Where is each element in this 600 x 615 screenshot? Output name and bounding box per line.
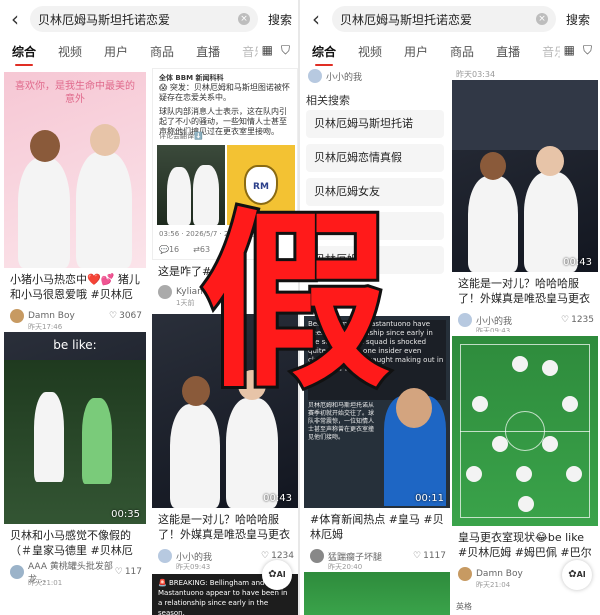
ai-assistant-button[interactable]: ✿AI (562, 560, 592, 590)
search-input[interactable]: 贝林厄姆马斯坦托诺恋爱 × (332, 6, 556, 32)
tab-users[interactable]: 用户 (404, 43, 428, 60)
clear-icon[interactable]: × (536, 13, 548, 25)
result-card[interactable]: 皇马更衣室现状😂be like #贝林厄姆 #姆巴佩 #巴尔韦德 #... Da… (452, 336, 598, 588)
card-date: 昨天17:46 (28, 323, 63, 330)
tab-video[interactable]: 视频 (58, 43, 82, 60)
video-duration: 00:11 (415, 493, 444, 504)
video-duration: 00:43 (263, 493, 292, 504)
tab-live[interactable]: 直播 (496, 43, 520, 60)
player-head (536, 146, 564, 176)
player-figure (18, 158, 70, 268)
back-icon[interactable]: ‹ (6, 7, 24, 31)
filter-icon[interactable]: ⛉ (281, 43, 290, 58)
card-title: 小猪小马热恋中❤️💕 猪儿和小马很恩爱哦 #贝林厄姆 #马斯... (10, 273, 140, 301)
ai-assistant-button[interactable]: ✿AI (262, 560, 292, 590)
filter-icon[interactable]: ⛉ (583, 43, 592, 58)
card-meta: 小小的我 (308, 68, 448, 84)
tab-bar: 综合 视频 用户 商品 直播 音乐 ▦ ⛉ (300, 38, 600, 66)
result-card[interactable]: be like: 00:35 贝林和小马感觉不像假的（＃皇家马德里 #贝林厄姆 … (4, 332, 146, 586)
player-figure (76, 152, 132, 268)
video-duration: 00:43 (563, 257, 592, 268)
tweet-header: 全体 BBM 新闻科科 (159, 74, 224, 82)
player-figure (468, 176, 518, 272)
cover-text: be like: (53, 338, 97, 352)
player-head (30, 130, 60, 162)
card-title: 这能是一对儿？哈哈哈服了！外媒真是唯恐皇马更衣室不够乱... (158, 513, 290, 541)
ai-icon: ✿ (268, 569, 277, 580)
back-icon[interactable]: ‹ (306, 7, 326, 31)
search-input[interactable]: 贝林厄姆马斯坦托诺恋爱 × (29, 6, 258, 32)
reply-icon[interactable]: 💬16 (159, 245, 179, 254)
tab-goods[interactable]: 商品 (150, 43, 174, 60)
fake-stamp-overlay: 假 (197, 192, 393, 413)
tab-bar: 综合 视频 用户 商品 直播 音乐 ▦ ⛉ (0, 38, 298, 66)
grid-icon[interactable]: ▦ (262, 43, 273, 58)
related-search-item[interactable]: 贝林厄姆恋情真假 (306, 144, 444, 172)
cover-image: 喜欢你，是我生命中最美的意外 (4, 72, 146, 268)
player-head (480, 152, 506, 180)
search-bar: ‹ 贝林厄姆马斯坦托诺恋爱 × 搜索 (0, 0, 298, 38)
card-title: #体育新闻热点 #皇马 #贝林厄姆 (310, 513, 444, 541)
avatar (308, 69, 322, 83)
cover-image: be like: 00:35 (4, 332, 146, 524)
result-card[interactable] (304, 572, 450, 615)
formation-image (452, 336, 598, 526)
tab-all[interactable]: 综合 (12, 43, 36, 66)
tweet-text: 😱 突发：贝林厄姆和马斯坦图诺被怀疑存在恋爱关系中。 (159, 83, 290, 102)
player-head (90, 124, 120, 156)
card-footer: 英格 (456, 601, 472, 611)
search-query: 贝林厄姆马斯坦托诺恋爱 (340, 12, 473, 27)
presenter-head (396, 388, 432, 428)
search-bar: ‹ 贝林厄姆马斯坦托诺恋爱 × 搜索 (300, 0, 600, 38)
player-figure (170, 404, 220, 508)
player-figure (82, 398, 112, 484)
avatar (458, 567, 472, 581)
avatar (158, 285, 172, 299)
card-date: 昨天21:01 (28, 579, 63, 586)
avatar (158, 549, 172, 563)
cover-text: 喜欢你，是我生命中最美的意外 (15, 81, 135, 105)
video-duration: 00:35 (111, 509, 140, 520)
search-button[interactable]: 搜索 (566, 11, 590, 28)
avatar (458, 313, 472, 327)
tab-video[interactable]: 视频 (358, 43, 382, 60)
card-title: 贝林和小马感觉不像假的（＃皇家马德里 #贝林厄姆 #马斯惜... (10, 529, 133, 557)
tab-goods[interactable]: 商品 (450, 43, 474, 60)
cover-image: 00:43 (452, 80, 598, 272)
grid-icon[interactable]: ▦ (564, 43, 575, 58)
card-title: 皇马更衣室现状😂be like #贝林厄姆 #姆巴佩 #巴尔韦德 #... (458, 531, 592, 559)
player-figure (34, 392, 64, 482)
avatar (10, 565, 24, 579)
tweet-text: 评论会翻译⬇️ (159, 132, 203, 140)
related-search-item[interactable]: 贝林厄姆马斯坦托诺 (306, 110, 444, 138)
result-card[interactable]: 喜欢你，是我生命中最美的意外 小猪小马热恋中❤️💕 猪儿和小马很恩爱哦 #贝林厄… (4, 72, 146, 330)
search-button[interactable]: 搜索 (268, 11, 292, 28)
ai-icon: ✿ (568, 569, 577, 580)
player-figure (226, 398, 278, 508)
clear-icon[interactable]: × (237, 13, 250, 25)
card-date: 昨天09:43 (476, 327, 511, 332)
search-query: 贝林厄姆马斯坦托诺恋爱 (37, 12, 170, 27)
avatar (310, 549, 324, 563)
tab-live[interactable]: 直播 (196, 43, 220, 60)
result-card[interactable]: 00:43 这能是一对儿？哈哈哈服了！外媒真是唯恐皇马更衣室不够乱... 小小的… (452, 80, 598, 332)
tab-users[interactable]: 用户 (104, 43, 128, 60)
related-searches-title: 相关搜索 (306, 94, 350, 107)
card-title: 这能是一对儿？哈哈哈服了！外媒真是唯恐皇马更衣室不够乱... (458, 277, 590, 305)
card-date: 昨天20:40 (328, 563, 363, 570)
tab-all[interactable]: 综合 (312, 43, 336, 66)
avatar (10, 309, 24, 323)
author-name: 小小的我 (326, 72, 363, 83)
